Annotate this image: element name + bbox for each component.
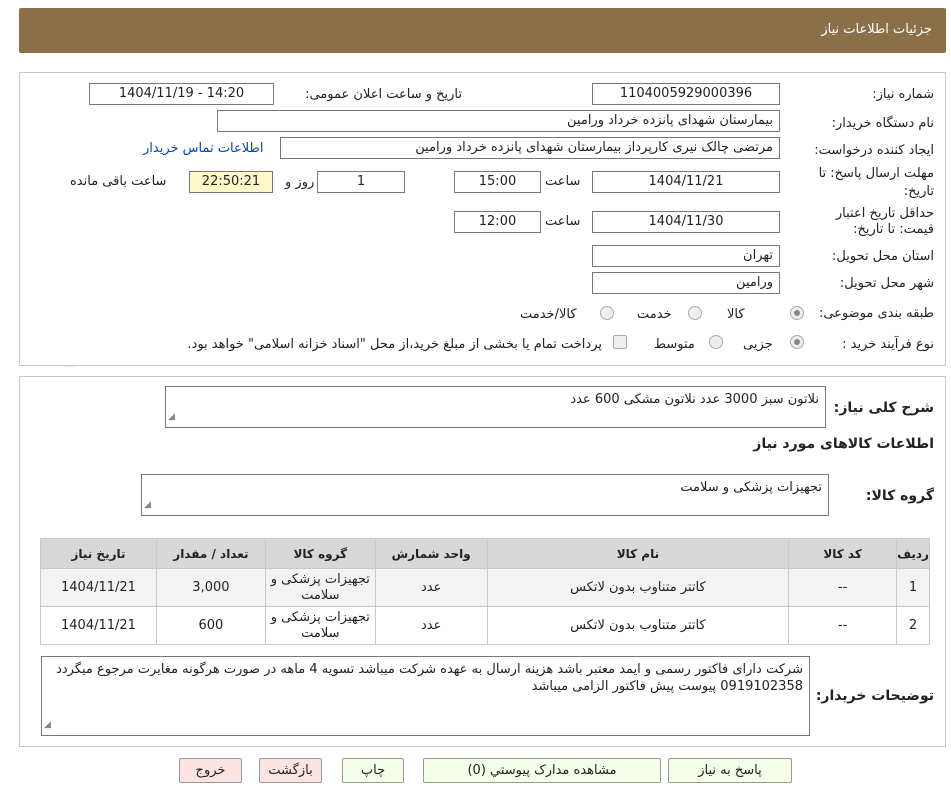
summary-label: شرح کلی نیاز: [833,400,934,416]
category-label: طبقه بندی موضوعی: [818,306,934,321]
city-field: ورامین [592,272,780,294]
validity-label-2: قیمت: تا تاریخ: [853,222,934,237]
col-header-row-number: ردیف [896,538,930,569]
need-number-field: 1104005929000396 [592,83,780,105]
col-header-group: گروه کالا [264,538,376,569]
goods-group-text: تجهیزات پزشکی و سلامت [680,480,822,495]
cell-date: 1404/11/21 [40,568,157,607]
remaining-time-label: ساعت باقی مانده [70,174,167,189]
summary-textarea[interactable]: نلاتون سبز 3000 عدد نلاتون مشکی 600 عدد … [165,386,826,428]
category-option-goods: کالا [727,307,745,322]
col-header-quantity: تعداد / مقدار [155,538,266,569]
col-header-date: تاریخ نیاز [40,538,157,569]
treasury-payment-note: پرداخت تمام یا بخشی از مبلغ خرید،از محل … [187,337,602,352]
creator-field: مرتضی چالک نیری کارپرداز بیمارستان شهدای… [280,137,780,159]
page-title: جزئیات اطلاعات نیاز [821,22,932,37]
cell-name: کاتتر متناوب بدون لاتکس [486,568,790,607]
province-label: استان محل تحویل: [832,249,934,264]
category-option-goods-service: کالا/خدمت [520,307,577,322]
cell-group: تجهیزات پزشکی و سلامت [264,568,376,607]
exit-button[interactable]: خروج [179,758,242,783]
category-radio-goods[interactable] [790,306,804,320]
category-radio-goods-service[interactable] [600,306,614,320]
table-row: 1 -- کاتتر متناوب بدون لاتکس عدد تجهیزات… [40,568,930,607]
resize-grip-icon: ◢ [144,500,151,510]
resize-grip-icon: ◢ [168,412,175,422]
cell-code: -- [788,568,898,607]
cell-row-number: 1 [896,568,930,607]
goods-info-title: اطلاعات کالاهای مورد نیاز [753,436,934,452]
process-radio-medium[interactable] [709,335,723,349]
cell-quantity: 3,000 [155,568,266,607]
cell-quantity: 600 [155,606,266,645]
cell-group: تجهیزات پزشکی و سلامت [264,606,376,645]
validity-time-field: 12:00 [454,211,541,233]
deadline-label: مهلت ارسال پاسخ: تا [818,166,934,181]
goods-group-textarea[interactable]: تجهیزات پزشکی و سلامت ◢ [141,474,829,516]
remaining-days-field: 1 [317,171,405,193]
cell-unit: عدد [374,568,488,607]
cell-date: 1404/11/21 [40,606,157,645]
validity-time-label: ساعت [545,214,581,229]
buyer-notes-label: توضیحات خریدار: [815,688,934,704]
city-label: شهر محل تحویل: [839,276,934,291]
treasury-payment-checkbox[interactable] [613,335,627,349]
page-title-bar: جزئیات اطلاعات نیاز [19,8,946,53]
col-header-unit: واحد شمارش [374,538,488,569]
category-radio-service[interactable] [688,306,702,320]
process-radio-minor[interactable] [790,335,804,349]
table-header-row: ردیف کد کالا نام کالا واحد شمارش گروه کا… [40,538,930,569]
validity-label: حداقل تاریخ اعتبار [835,206,934,221]
view-attachments-button[interactable]: مشاهده مدارک پیوستي (0) [423,758,661,783]
buyer-org-field: بیمارستان شهدای پانزده خرداد ورامین [217,110,780,132]
category-option-service: خدمت [637,307,672,322]
province-field: تهران [592,245,780,267]
validity-date-field: 1404/11/30 [592,211,780,233]
creator-label: ایجاد کننده درخواست: [814,143,934,158]
days-label: روز و [285,175,315,190]
goods-table: ردیف کد کالا نام کالا واحد شمارش گروه کا… [40,538,930,645]
deadline-label-2: تاریخ: [903,184,934,199]
deadline-time-field: 15:00 [454,171,541,193]
cell-unit: عدد [374,606,488,645]
summary-text: نلاتون سبز 3000 عدد نلاتون مشکی 600 عدد [570,392,819,407]
remaining-time-field: 22:50:21 [189,171,273,193]
cell-code: -- [788,606,898,645]
process-option-medium: متوسط [654,337,695,352]
resize-grip-icon: ◢ [44,720,51,730]
print-button[interactable]: چاپ [342,758,404,783]
back-button[interactable]: بازگشت [259,758,322,783]
cell-name: کاتتر متناوب بدون لاتکس [486,606,790,645]
process-option-minor: جزیی [743,337,773,352]
process-label: نوع فرآیند خرید : [842,337,934,352]
reply-to-need-button[interactable]: پاسخ به نیاز [668,758,792,783]
announce-datetime-label: تاریخ و ساعت اعلان عمومی: [305,87,462,102]
buyer-notes-textarea[interactable]: شرکت دارای فاکتور رسمی و ایمد معتبر باشد… [41,656,810,736]
buyer-notes-text: شرکت دارای فاکتور رسمی و ایمد معتبر باشد… [56,662,803,694]
buyer-org-label: نام دستگاه خریدار: [831,116,934,131]
col-header-code: کد کالا [788,538,898,569]
deadline-time-label: ساعت [545,174,581,189]
cell-row-number: 2 [896,606,930,645]
need-number-label: شماره نیاز: [872,87,934,102]
col-header-name: نام کالا [486,538,790,569]
goods-group-label: گروه کالا: [865,488,934,504]
announce-datetime-field: 1404/11/19 - 14:20 [89,83,274,105]
table-row: 2 -- کاتتر متناوب بدون لاتکس عدد تجهیزات… [40,606,930,645]
deadline-date-field: 1404/11/21 [592,171,780,193]
buyer-contact-link[interactable]: اطلاعات تماس خریدار [143,141,263,156]
